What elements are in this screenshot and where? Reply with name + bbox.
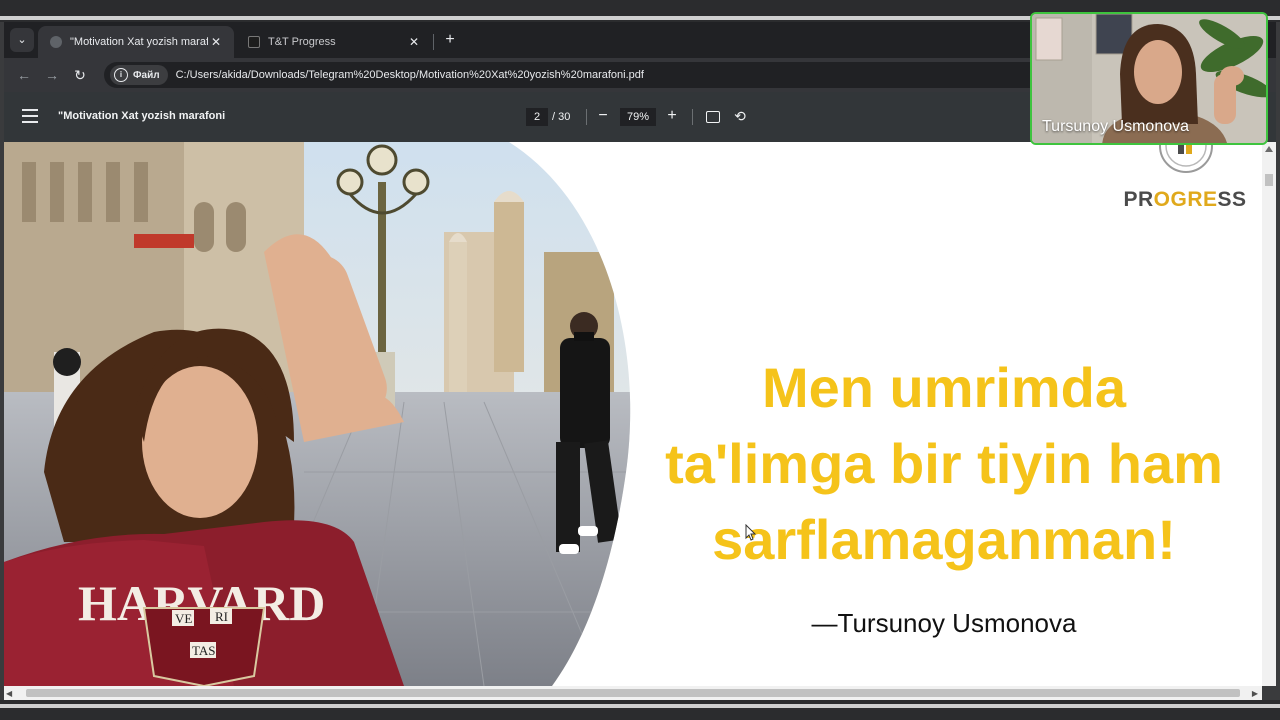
quote-line: Men umrimda: [761, 356, 1127, 419]
forward-arrow-icon[interactable]: →: [40, 63, 64, 87]
tt-favicon-icon: [248, 36, 260, 48]
tab-search-button[interactable]: ⌄: [10, 28, 34, 52]
scroll-right-icon[interactable]: ▶: [1252, 689, 1258, 698]
page-total: / 30: [552, 111, 571, 123]
back-arrow-icon[interactable]: ←: [12, 63, 36, 87]
tab-title: "Motivation Xat yozish marafoni: [70, 36, 208, 48]
zoom-in-button[interactable]: +: [662, 106, 682, 126]
horizontal-scrollbar[interactable]: ◀ ▶: [4, 686, 1262, 700]
bottom-frame: [0, 700, 1280, 720]
close-tab-icon[interactable]: ✕: [208, 35, 224, 49]
vertical-scrollbar[interactable]: [1262, 142, 1276, 686]
tab-progress[interactable]: T&T Progress ✕: [236, 26, 432, 58]
quote-line: sarflamaganman!: [712, 508, 1176, 571]
tab-title: T&T Progress: [268, 36, 336, 48]
pdf-page: HARVARD VE RI TAS PROGRESS Men umrimda t…: [4, 142, 1262, 686]
tab-separator: [433, 34, 434, 50]
site-info-label: Файл: [133, 69, 160, 81]
menu-icon[interactable]: [22, 109, 38, 123]
page-number-input[interactable]: 2: [526, 108, 548, 126]
globe-icon: [50, 36, 62, 48]
mouse-cursor-icon: [745, 524, 757, 541]
logo-letter: R: [1137, 188, 1154, 211]
logo-letter: R: [1187, 188, 1203, 211]
crest-ri: RI: [215, 609, 228, 624]
document-title: "Motivation Xat yozish marafoni: [58, 110, 226, 122]
scroll-up-icon[interactable]: [1265, 146, 1273, 152]
quote-line: ta'limga bir tiyin ham: [665, 432, 1223, 495]
logo-text: PROGRESS: [1112, 188, 1258, 212]
new-tab-button[interactable]: +: [438, 28, 462, 52]
zoom-input[interactable]: 79%: [620, 108, 656, 126]
rotate-icon[interactable]: ⟲: [732, 108, 748, 124]
horizontal-scroll-thumb[interactable]: [26, 689, 1240, 697]
quote-author: —Tursunoy Usmonova: [811, 608, 1077, 638]
slide-photo: HARVARD VE RI TAS: [4, 142, 631, 686]
logo-letter: E: [1203, 188, 1218, 211]
toolbar-divider: [586, 109, 587, 125]
video-call-tile[interactable]: Tursunoy Usmonova: [1030, 12, 1268, 145]
logo-letter: P: [1123, 188, 1138, 211]
scroll-left-icon[interactable]: ◀: [6, 689, 12, 698]
close-tab-icon[interactable]: ✕: [406, 35, 422, 49]
crest-tas: TAS: [192, 643, 216, 658]
tab-motivation[interactable]: "Motivation Xat yozish marafoni ✕: [38, 26, 234, 58]
reload-icon[interactable]: ↻: [68, 63, 92, 87]
crest-ve: VE: [175, 611, 192, 626]
url-text[interactable]: C:/Users/akida/Downloads/Telegram%20Desk…: [176, 69, 644, 81]
zoom-out-button[interactable]: −: [593, 106, 613, 126]
vertical-scroll-thumb[interactable]: [1265, 174, 1273, 186]
logo-ring-icon: [1159, 142, 1213, 173]
logo-letter: G: [1170, 188, 1188, 211]
participant-name: Tursunoy Usmonova: [1042, 118, 1190, 135]
fit-page-icon[interactable]: [706, 111, 720, 123]
pdf-viewer[interactable]: HARVARD VE RI TAS PROGRESS Men umrimda t…: [4, 142, 1276, 686]
logo-letter: S: [1232, 188, 1247, 211]
info-icon: i: [114, 68, 128, 82]
bottom-frame-line: [0, 704, 1280, 708]
toolbar-divider: [692, 109, 693, 125]
site-info-chip[interactable]: i Файл: [110, 65, 168, 85]
address-bar[interactable]: i Файл C:/Users/akida/Downloads/Telegram…: [104, 62, 1044, 88]
progress-logo: PROGRESS: [1112, 142, 1258, 218]
quote-text: Men umrimda ta'limga bir tiyin ham sarfl…: [644, 350, 1244, 578]
logo-letter: O: [1153, 188, 1171, 211]
logo-letter: S: [1217, 188, 1233, 211]
